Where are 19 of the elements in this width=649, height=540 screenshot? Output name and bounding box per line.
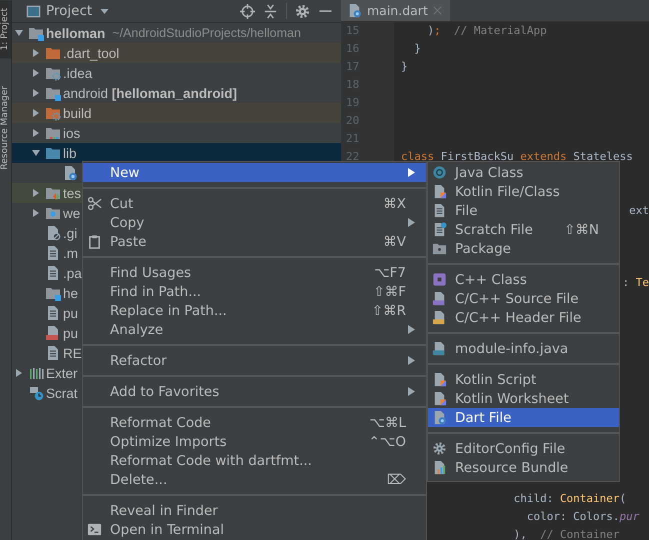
code-line: : Te	[622, 275, 649, 291]
keyboard-shortcut: ⌃⌥O	[368, 434, 406, 450]
keyboard-shortcut: ⇧⌘R	[372, 302, 406, 318]
code-line: ); // MaterialApp	[426, 23, 547, 39]
keyboard-shortcut: ⌘X	[383, 196, 406, 212]
code-line: }	[413, 41, 421, 57]
code-line: class FirstBackSu extends Stateless	[401, 149, 633, 165]
code-line: color: Colors.pur	[526, 509, 640, 525]
code-line: }	[401, 59, 408, 75]
keyboard-shortcut: ⌥F7	[374, 264, 406, 280]
keyboard-shortcut: ⌥⌘L	[369, 414, 406, 430]
keyboard-shortcut: ⌘V	[383, 234, 406, 250]
keyboard-shortcut: ⌦	[386, 472, 406, 488]
code-line: child: Container(	[514, 491, 626, 507]
keyboard-shortcut: ⇧⌘F	[373, 284, 406, 300]
keyboard-shortcut: ⇧⌘N	[564, 222, 599, 238]
project-path: ~/AndroidStudioProjects/helloman	[112, 26, 301, 40]
code-line: ext	[629, 203, 649, 219]
code-line: ), // Container	[514, 527, 620, 540]
